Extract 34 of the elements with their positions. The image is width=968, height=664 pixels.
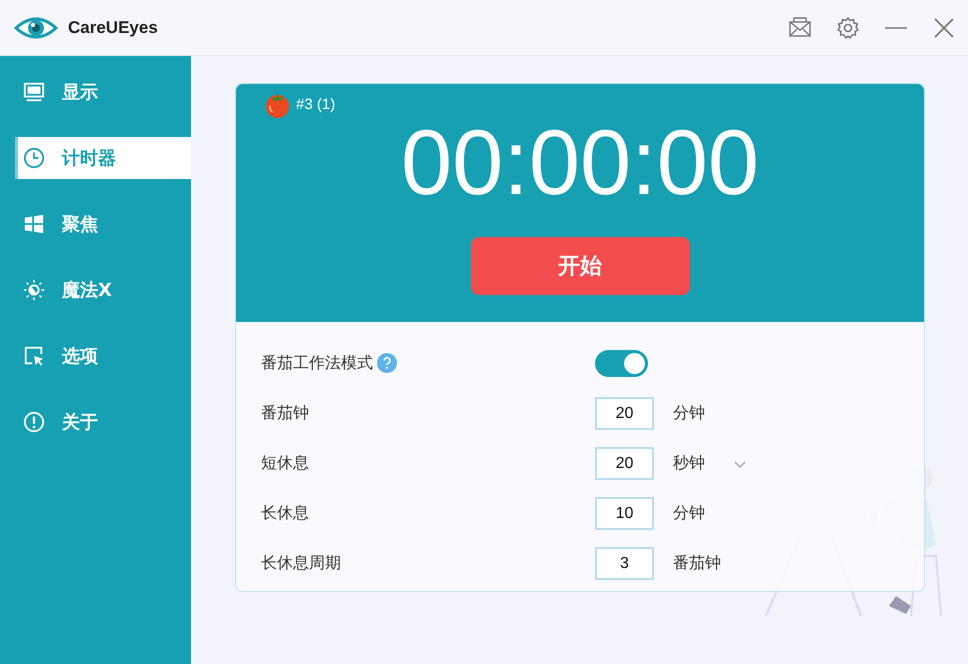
info-icon — [23, 411, 45, 433]
sidebar-item[interactable]: 魔法X — [15, 269, 191, 311]
monitor-icon — [23, 81, 45, 103]
unit-label: 秒钟 — [673, 453, 706, 474]
unit-label: 分钟 — [673, 503, 706, 524]
app-title: CareUEyes — [68, 18, 158, 38]
number-field[interactable]: 10 — [595, 497, 654, 530]
sidebar-item[interactable]: 计时器 — [15, 137, 191, 179]
sidebar-item[interactable]: 显示 — [15, 71, 191, 113]
start-button[interactable]: 开始 — [470, 237, 690, 295]
help-icon[interactable] — [377, 353, 397, 373]
clock-icon — [23, 147, 45, 169]
number-field[interactable]: 20 — [595, 447, 654, 480]
timer-display: 00:00:00 — [400, 117, 760, 209]
cursor-icon — [23, 345, 45, 367]
sidebar-item[interactable]: 选项 — [15, 335, 191, 377]
setting-label: 番茄钟 — [261, 403, 310, 424]
close-icon[interactable] — [932, 16, 956, 40]
sun-icon — [23, 279, 45, 301]
sidebar-item[interactable]: 聚焦 — [15, 203, 191, 245]
sidebar-item[interactable]: 关于 — [15, 401, 191, 443]
pomodoro-counter: #3 (1) — [296, 96, 336, 113]
mail-icon[interactable] — [788, 16, 812, 40]
setting-label: 长休息 — [261, 503, 310, 524]
setting-label: 长休息周期 — [261, 553, 342, 574]
setting-label: 番茄工作法模式 — [261, 352, 373, 374]
unit-label: 番茄钟 — [673, 553, 722, 574]
settings-icon[interactable] — [836, 16, 860, 40]
windows-icon — [23, 213, 45, 235]
setting-label: 短休息 — [261, 453, 310, 474]
pomodoro-toggle[interactable] — [595, 350, 648, 376]
number-field[interactable]: 20 — [595, 397, 654, 430]
number-field[interactable]: 3 — [595, 547, 654, 580]
unit-label: 分钟 — [673, 403, 706, 424]
